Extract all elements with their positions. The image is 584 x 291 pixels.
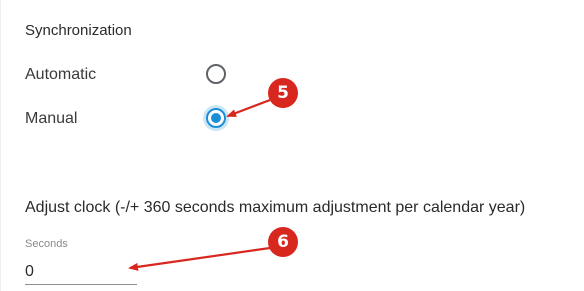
page: Synchronization Automatic Manual Adjust … bbox=[0, 0, 584, 291]
option-row-manual[interactable]: Manual bbox=[25, 108, 285, 132]
option-label-manual: Manual bbox=[25, 110, 78, 127]
callout-badge-5: 5 bbox=[268, 78, 298, 108]
option-label-automatic: Automatic bbox=[25, 66, 97, 83]
option-row-automatic[interactable]: Automatic bbox=[25, 64, 285, 88]
radio-automatic[interactable] bbox=[206, 64, 226, 84]
seconds-field-label: Seconds bbox=[25, 238, 68, 250]
seconds-field[interactable]: Seconds bbox=[25, 238, 137, 288]
section-title-adjust-clock: Adjust clock (-/+ 360 seconds maximum ad… bbox=[25, 199, 526, 216]
radio-manual[interactable] bbox=[206, 108, 226, 128]
seconds-input[interactable] bbox=[25, 260, 137, 285]
section-title-synchronization: Synchronization bbox=[25, 22, 132, 39]
callout-badge-6: 6 bbox=[268, 227, 298, 257]
